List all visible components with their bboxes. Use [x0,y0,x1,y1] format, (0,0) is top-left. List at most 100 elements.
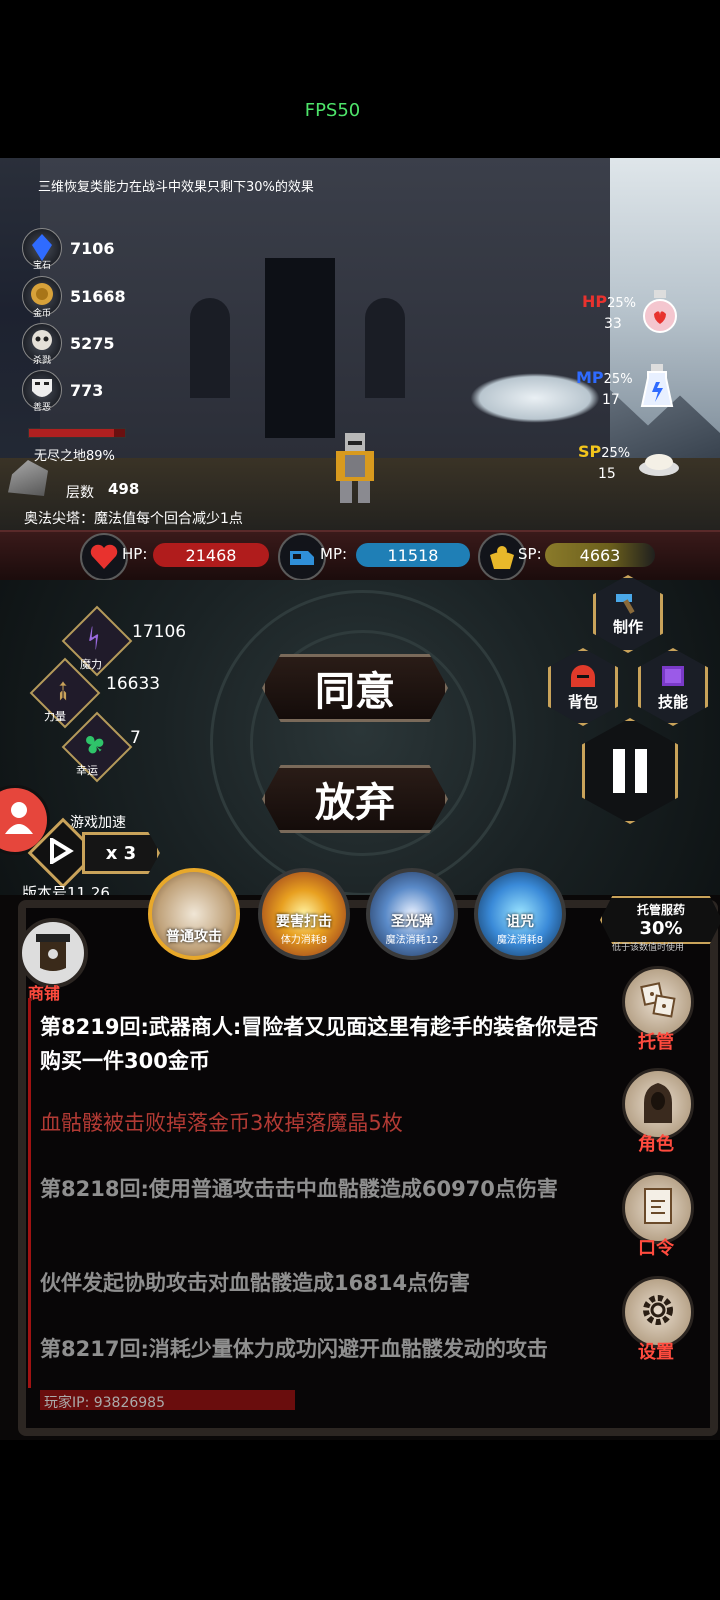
fps-counter: FPS50 [304,100,361,121]
potion-type: MP [576,368,604,387]
attr-caption: 幸运 [76,764,98,777]
log-entry: 第8217回:消耗少量体力成功闪避开血骷髅发动的攻击 [40,1337,548,1361]
stat-caption: 金币 [32,309,51,319]
battle-tip: 三维恢复类能力在战斗中效果只剩下30%的效果 [38,180,314,195]
gold-coin-icon: 金币 [22,276,62,319]
bag-label: 背包 [567,692,598,711]
book-icon [662,665,684,686]
attr-value: 16633 [106,674,161,694]
hp-value: 21468 [153,543,269,567]
layer-label: 层数 [66,485,94,501]
abandon-button[interactable]: 放弃 [262,765,448,833]
attr-strength: ➶ 力量 16633 [29,657,236,729]
sp-value: 4663 [545,543,655,567]
potion-count: 17 [602,392,620,408]
stat-value: 5275 [70,333,115,353]
log-entry: 第8218回:使用普通攻击击中血骷髅造成60970点伤害 [40,1177,558,1201]
stat-caption: 善恶 [32,403,51,413]
gear-icon [643,1295,673,1325]
heart-icon [80,533,128,581]
dice-icon [640,982,676,1018]
mp-potion-icon [640,364,674,407]
skill-vital-strike[interactable]: 要害打击 体力消耗8 [258,868,350,960]
speed-multiplier[interactable]: x 3 [82,832,160,874]
mp-potion[interactable]: MP25% 17 [576,364,676,408]
scroll-icon [644,1188,672,1224]
hp-potion[interactable]: HP25% 33 [582,290,682,333]
layer-value: 498 [108,480,140,498]
log-entry: 血骷髅被击败掉落金币3枚掉落魔晶5枚 [40,1111,403,1135]
stat-gems: 宝石 7106 [22,228,115,271]
sp-potion[interactable]: SP25% 15 [578,442,682,482]
auto-potion-title: 托管服药 [636,903,685,917]
auto-label[interactable]: 托管 [626,1028,686,1054]
shop-label[interactable]: 商铺 [28,980,60,1004]
potion-type: HP [582,292,608,311]
potion-pct: 25% [607,296,637,311]
attr-caption: 力量 [44,710,66,723]
stat-kills: 杀戮 5275 [22,323,115,366]
auto-potion-note: 低于该数值时使用 [612,943,685,953]
hp-label: HP: [122,545,148,563]
potion-bottle-icon [278,533,326,581]
hammer-icon [616,593,635,614]
skill-cost: 魔法消耗12 [385,935,439,946]
skill-cost: 体力消耗8 [280,935,328,946]
zone-progress-fill [29,429,115,437]
potion-count: 33 [604,316,622,332]
castle-window [365,298,405,398]
stat-karma: 善恶 773 [22,370,104,413]
settings-label[interactable]: 设置 [626,1338,686,1364]
shop-icon [36,934,70,971]
skill-curse[interactable]: 诅咒 魔法消耗8 [474,868,566,960]
skill-name: 要害打击 [276,914,332,930]
stat-caption: 杀戮 [32,356,51,366]
potion-pct: 25% [603,372,633,387]
mp-value: 11518 [356,543,470,567]
hero-sprite [336,433,374,503]
skill-label: 技能 [657,692,688,711]
zone-label: 无尽之地89% [34,449,115,464]
log-entry: 伙伴发起协助攻击对血骷髅造成16814点伤害 [40,1271,471,1295]
person-icon [5,802,33,834]
attr-luck: ♣ 幸运 7 [61,711,268,783]
castle-door [265,258,335,438]
potion-pct: 25% [601,446,631,461]
hooded-figure-icon [644,1083,672,1123]
player-ip: 玩家IP: 93826985 [44,1395,165,1411]
auto-potion-pct: 30% [639,918,683,939]
pause-bar [613,749,625,793]
play-icon [50,838,74,864]
stat-gold: 金币 51668 [22,276,126,319]
skull-icon: 杀戮 [22,323,62,366]
agree-button[interactable]: 同意 [262,654,448,722]
stat-value: 51668 [70,286,126,306]
potion-count: 15 [598,466,616,482]
stat-value: 7106 [70,238,115,258]
stat-value: 773 [70,380,104,400]
skill-name: 圣光弹 [391,914,433,930]
auto-potion-toggle[interactable]: 托管服药 30% [600,896,720,944]
attr-value: 7 [130,728,141,748]
zone-progress-bar [28,428,126,438]
craft-label: 制作 [612,617,643,636]
skill-name: 诅咒 [506,914,534,930]
pause-bar [635,749,647,793]
skill-normal-attack[interactable]: 普通攻击 [148,868,240,960]
attr-value: 17106 [132,622,187,642]
food-icon [639,454,679,476]
potion-type: SP [578,442,602,461]
attr-magic: ⚡ 魔力 17106 [61,605,268,677]
character-label[interactable]: 角色 [626,1130,686,1156]
skill-cost: 魔法消耗8 [496,935,544,946]
stat-caption: 宝石 [32,261,51,271]
log-accent-line [28,998,31,1388]
skill-holy-bolt[interactable]: 圣光弹 魔法消耗12 [366,868,458,960]
castle-window [190,298,230,398]
code-label[interactable]: 口令 [626,1234,686,1260]
log-entry: 第8219回:武器商人:冒险者又见面这里有趁手的装备你是否购买一件300金币 [40,1015,599,1073]
hp-potion-icon [643,290,677,333]
tower-tip: 奥法尖塔：魔法值每个回合减少1点 [24,511,243,527]
skill-name: 普通攻击 [166,929,222,945]
shop-button[interactable] [18,918,88,988]
